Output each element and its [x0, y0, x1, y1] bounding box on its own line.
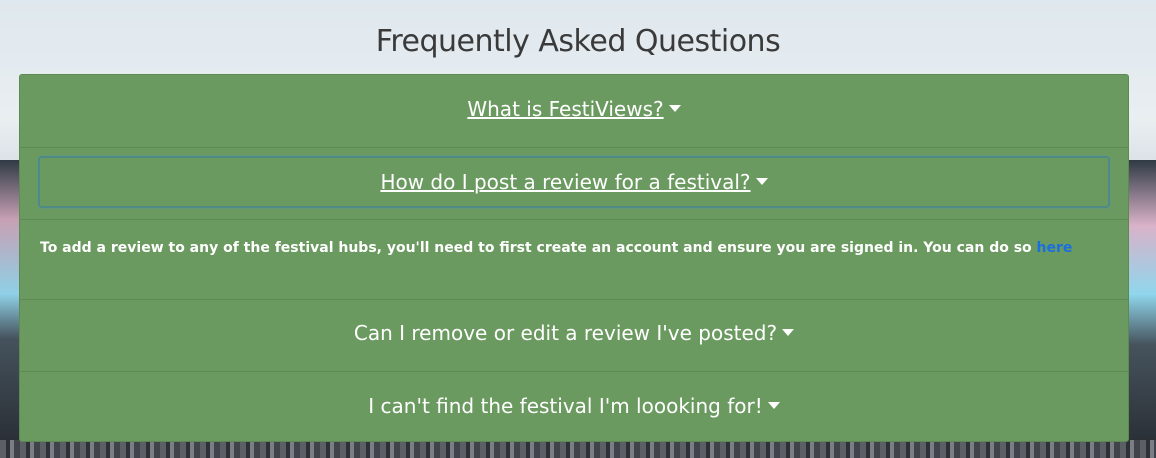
crowd-image-strip	[0, 440, 1156, 458]
faq-accordion: What is FestiViews? How do I post a revi…	[19, 74, 1129, 442]
divider	[20, 147, 1128, 148]
faq-question-label: How do I post a review for a festival?	[380, 170, 751, 194]
caret-down-icon	[668, 105, 681, 112]
faq-question-cant-find-festival[interactable]: I can't find the festival I'm loooking f…	[20, 394, 1128, 418]
caret-down-icon	[767, 402, 780, 409]
divider	[20, 219, 1128, 220]
faq-question-remove-edit-review[interactable]: Can I remove or edit a review I've poste…	[20, 321, 1128, 345]
faq-question-what-is-festiviews[interactable]: What is FestiViews?	[20, 97, 1128, 121]
faq-question-label: What is FestiViews?	[467, 97, 664, 121]
faq-answer-text: To add a review to any of the festival h…	[40, 240, 1037, 256]
caret-down-icon	[755, 178, 768, 185]
caret-down-icon	[782, 329, 795, 336]
divider	[20, 371, 1128, 372]
divider	[20, 299, 1128, 300]
sign-in-link[interactable]: here	[1037, 240, 1073, 256]
faq-question-label: Can I remove or edit a review I've poste…	[353, 321, 778, 345]
faq-answer: To add a review to any of the festival h…	[40, 240, 1110, 256]
faq-question-label: I can't find the festival I'm loooking f…	[368, 394, 763, 418]
page-title: Frequently Asked Questions	[375, 24, 781, 59]
faq-question-how-to-post-review[interactable]: How do I post a review for a festival?	[20, 170, 1128, 194]
stage-lights-right	[1126, 160, 1156, 458]
